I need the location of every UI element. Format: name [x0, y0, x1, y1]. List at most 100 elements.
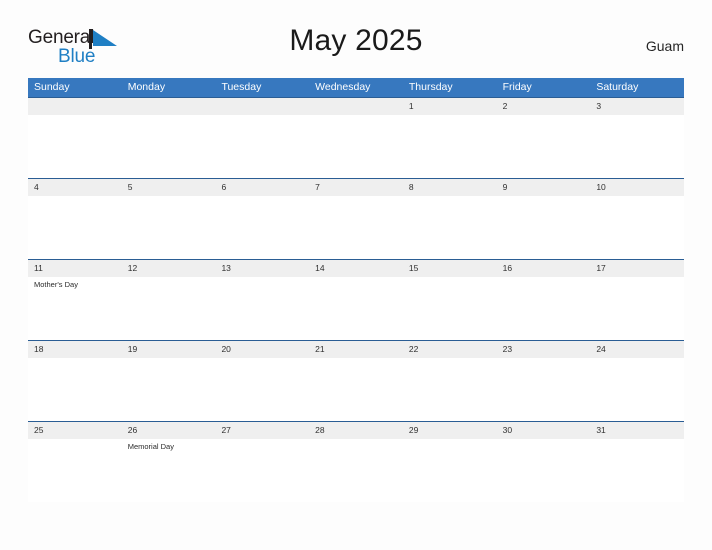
day-cell[interactable] — [590, 439, 684, 502]
day-number[interactable]: 8 — [403, 179, 497, 196]
day-number[interactable]: 31 — [590, 422, 684, 439]
day-number[interactable]: 15 — [403, 260, 497, 277]
day-number[interactable]: 10 — [590, 179, 684, 196]
day-cell[interactable] — [215, 358, 309, 421]
calendar-page: General Blue May 2025 Guam Sunday Monday… — [0, 0, 712, 550]
day-content-band — [28, 358, 684, 421]
day-number[interactable]: 19 — [122, 341, 216, 358]
date-number-band: 4 5 6 7 8 9 10 — [28, 178, 684, 196]
day-cell[interactable] — [590, 358, 684, 421]
day-cell[interactable] — [497, 358, 591, 421]
day-cell[interactable] — [28, 196, 122, 259]
date-number-band: 1 2 3 — [28, 97, 684, 115]
day-number[interactable]: 25 — [28, 422, 122, 439]
day-number[interactable]: 14 — [309, 260, 403, 277]
day-cell[interactable] — [403, 277, 497, 340]
day-number[interactable] — [28, 98, 122, 115]
week-row: 25 26 27 28 29 30 31 Memorial Day — [28, 421, 684, 502]
day-number[interactable]: 17 — [590, 260, 684, 277]
day-cell[interactable] — [28, 439, 122, 502]
day-cell[interactable] — [309, 196, 403, 259]
day-cell[interactable] — [309, 115, 403, 178]
day-number[interactable]: 4 — [28, 179, 122, 196]
location-label: Guam — [645, 38, 684, 54]
week-row: 1 2 3 — [28, 97, 684, 178]
day-number[interactable]: 11 — [28, 260, 122, 277]
weekday-header-thursday: Thursday — [408, 81, 453, 93]
day-number[interactable]: 26 — [122, 422, 216, 439]
day-content-band — [28, 196, 684, 259]
day-content-band: Mother's Day — [28, 277, 684, 340]
day-number[interactable]: 18 — [28, 341, 122, 358]
weekday-header-saturday: Saturday — [596, 81, 639, 93]
day-cell[interactable] — [590, 115, 684, 178]
day-cell[interactable] — [403, 196, 497, 259]
day-number[interactable]: 29 — [403, 422, 497, 439]
day-number[interactable]: 5 — [122, 179, 216, 196]
day-cell[interactable] — [309, 277, 403, 340]
day-number[interactable] — [122, 98, 216, 115]
day-number[interactable]: 30 — [497, 422, 591, 439]
day-cell[interactable] — [122, 277, 216, 340]
day-number[interactable]: 28 — [309, 422, 403, 439]
page-header: General Blue May 2025 Guam — [28, 24, 684, 70]
day-cell[interactable] — [497, 439, 591, 502]
day-content-band: Memorial Day — [28, 439, 684, 502]
weekday-header-row: Sunday Monday Tuesday Wednesday Thursday… — [28, 78, 684, 97]
day-number[interactable]: 24 — [590, 341, 684, 358]
day-cell[interactable] — [403, 358, 497, 421]
day-cell[interactable] — [122, 115, 216, 178]
weekday-header-friday: Friday — [502, 81, 532, 93]
day-number[interactable] — [309, 98, 403, 115]
day-number[interactable]: 13 — [215, 260, 309, 277]
weekday-header-wednesday: Wednesday — [315, 81, 371, 93]
day-cell[interactable] — [122, 196, 216, 259]
day-number[interactable]: 12 — [122, 260, 216, 277]
event-label: Memorial Day — [127, 442, 174, 451]
day-number[interactable]: 20 — [215, 341, 309, 358]
day-number[interactable]: 22 — [403, 341, 497, 358]
calendar-grid: Sunday Monday Tuesday Wednesday Thursday… — [28, 78, 684, 502]
page-title: May 2025 — [289, 24, 423, 57]
weekday-header-sunday: Sunday — [34, 81, 70, 93]
week-row: 18 19 20 21 22 23 24 — [28, 340, 684, 421]
day-cell[interactable] — [28, 115, 122, 178]
day-cell[interactable] — [403, 439, 497, 502]
day-cell[interactable] — [215, 196, 309, 259]
date-number-band: 18 19 20 21 22 23 24 — [28, 340, 684, 358]
day-number[interactable]: 27 — [215, 422, 309, 439]
day-number[interactable]: 16 — [497, 260, 591, 277]
weekday-header-monday: Monday — [127, 81, 166, 93]
day-cell[interactable] — [403, 115, 497, 178]
day-number[interactable]: 21 — [309, 341, 403, 358]
day-content-band — [28, 115, 684, 178]
weekday-header-tuesday: Tuesday — [221, 81, 262, 93]
day-cell[interactable] — [309, 358, 403, 421]
week-row: 11 12 13 14 15 16 17 Mother's Day — [28, 259, 684, 340]
date-number-band: 25 26 27 28 29 30 31 — [28, 421, 684, 439]
day-cell[interactable] — [497, 115, 591, 178]
day-cell[interactable] — [122, 358, 216, 421]
day-number[interactable]: 2 — [497, 98, 591, 115]
day-cell[interactable] — [28, 358, 122, 421]
day-cell[interactable] — [215, 115, 309, 178]
day-number[interactable]: 9 — [497, 179, 591, 196]
day-cell[interactable] — [497, 277, 591, 340]
day-cell[interactable] — [590, 196, 684, 259]
day-number[interactable]: 23 — [497, 341, 591, 358]
day-number[interactable]: 1 — [403, 98, 497, 115]
event-label: Mother's Day — [34, 280, 78, 289]
day-cell[interactable] — [215, 277, 309, 340]
day-cell[interactable] — [590, 277, 684, 340]
date-number-band: 11 12 13 14 15 16 17 — [28, 259, 684, 277]
day-cell[interactable]: Mother's Day — [28, 277, 122, 340]
day-cell[interactable] — [497, 196, 591, 259]
day-number[interactable]: 7 — [309, 179, 403, 196]
day-number[interactable]: 3 — [590, 98, 684, 115]
day-cell[interactable]: Memorial Day — [122, 439, 216, 502]
day-cell[interactable] — [309, 439, 403, 502]
day-number[interactable] — [215, 98, 309, 115]
day-number[interactable]: 6 — [215, 179, 309, 196]
day-cell[interactable] — [215, 439, 309, 502]
week-row: 4 5 6 7 8 9 10 — [28, 178, 684, 259]
